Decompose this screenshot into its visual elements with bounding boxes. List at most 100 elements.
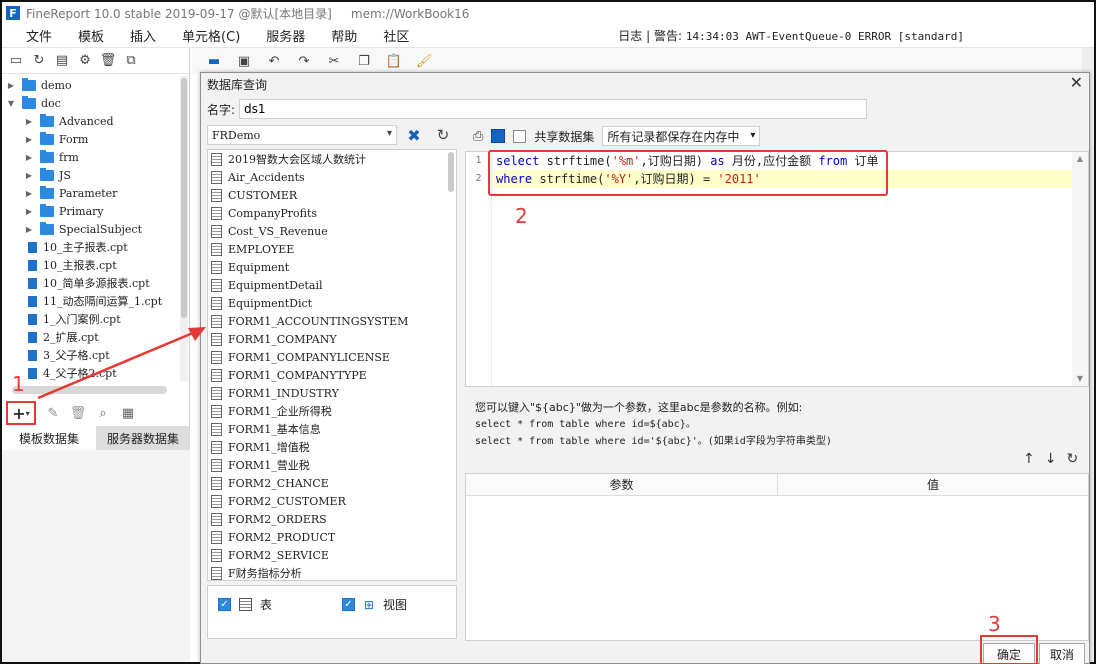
table-list-item[interactable]: Cost_VS_Revenue bbox=[208, 222, 448, 240]
add-dataset-button[interactable]: + ▾ bbox=[6, 401, 36, 425]
table-list-item[interactable]: CUSTOMER bbox=[208, 186, 448, 204]
chevron-right-icon[interactable]: ▶ bbox=[24, 135, 34, 144]
dataset-name-input[interactable] bbox=[239, 99, 867, 119]
edit-icon[interactable]: ✎ bbox=[45, 405, 61, 421]
copy-icon[interactable]: ❐ bbox=[356, 53, 372, 69]
new-folder-icon[interactable]: ▭ bbox=[8, 53, 24, 69]
redo-icon[interactable]: ↷ bbox=[296, 53, 312, 69]
table-list-item[interactable]: F财务指标分析 bbox=[208, 564, 448, 580]
tree-item[interactable]: 4_父子格2.cpt bbox=[2, 364, 180, 381]
tree-item[interactable]: ▶ demo bbox=[2, 76, 180, 94]
tree-item[interactable]: ▶ frm bbox=[2, 148, 180, 166]
tree-item[interactable]: 10_主报表.cpt bbox=[2, 256, 180, 274]
settings-icon[interactable]: ⚙ bbox=[77, 53, 93, 69]
format-brush-icon[interactable]: 🖌 bbox=[416, 53, 433, 69]
chevron-right-icon[interactable]: ▶ bbox=[6, 81, 16, 90]
view-checkbox[interactable]: ✓ bbox=[342, 598, 355, 611]
table-list-item[interactable]: FORM1_企业所得税 bbox=[208, 402, 448, 420]
undo-icon[interactable]: ↶ bbox=[266, 53, 282, 69]
tree-item[interactable]: 2_扩展.cpt bbox=[2, 328, 180, 346]
move-down-icon[interactable]: ↓ bbox=[1045, 451, 1057, 467]
sql-scrollbar[interactable]: ▲ ▼ bbox=[1072, 152, 1088, 386]
menu-server[interactable]: 服务器 bbox=[266, 26, 318, 45]
tree-horizontal-scrollbar[interactable] bbox=[12, 386, 167, 394]
menu-insert[interactable]: 插入 bbox=[130, 26, 169, 45]
menu-template[interactable]: 模板 bbox=[78, 26, 117, 45]
table-checkbox[interactable]: ✓ bbox=[218, 598, 231, 611]
status-log[interactable]: 日志 | 警告: 14:34:03 AWT-EventQueue-0 ERROR… bbox=[618, 27, 964, 44]
preview-icon[interactable]: ⎙ bbox=[473, 129, 483, 144]
delete-dataset-icon[interactable]: 🗑 bbox=[70, 405, 87, 421]
share-dataset-checkbox[interactable] bbox=[513, 129, 527, 143]
chevron-right-icon[interactable]: ▶ bbox=[24, 171, 34, 180]
table-list-item[interactable]: FORM2_CUSTOMER bbox=[208, 492, 448, 510]
sql-editor[interactable]: 1 2 select strftime('%m',订购日期) as 月份,应付金… bbox=[465, 151, 1089, 387]
cut-icon[interactable]: ✂ bbox=[326, 53, 342, 69]
refresh-params-icon[interactable]: ↻ bbox=[1066, 451, 1078, 467]
save-disk-icon[interactable]: ▣ bbox=[236, 53, 252, 69]
tree-item[interactable]: 10_简单多源报表.cpt bbox=[2, 274, 180, 292]
tree-item[interactable]: 10_主子报表.cpt bbox=[2, 238, 180, 256]
menu-cell[interactable]: 单元格(C) bbox=[182, 26, 253, 45]
tree-item[interactable]: ▼ doc bbox=[2, 94, 180, 112]
table-list-item[interactable]: Air_Accidents bbox=[208, 168, 448, 186]
tree-item[interactable]: 3_父子格.cpt bbox=[2, 346, 180, 364]
table-list-item[interactable]: FORM2_SERVICE bbox=[208, 546, 448, 564]
chevron-down-icon[interactable]: ▼ bbox=[6, 99, 16, 108]
table-list-scrollbar[interactable] bbox=[447, 152, 455, 578]
table-list-item[interactable]: FORM2_PRODUCT bbox=[208, 528, 448, 546]
table-list-item[interactable]: CompanyProfits bbox=[208, 204, 448, 222]
chevron-right-icon[interactable]: ▶ bbox=[24, 207, 34, 216]
tree-item[interactable]: ▶ SpecialSubject bbox=[2, 220, 180, 238]
move-up-icon[interactable]: ↑ bbox=[1023, 451, 1035, 467]
delete-icon[interactable]: 🗑 bbox=[100, 53, 117, 69]
table-list-item[interactable]: FORM1_COMPANYTYPE bbox=[208, 366, 448, 384]
paste-icon[interactable]: 📋 bbox=[386, 53, 402, 69]
refresh-tables-icon[interactable]: ↻ bbox=[433, 125, 453, 145]
table-list-item[interactable]: FORM1_营业税 bbox=[208, 456, 448, 474]
table-list-item[interactable]: FORM1_INDUSTRY bbox=[208, 384, 448, 402]
tree-scrollbar-thumb[interactable] bbox=[181, 78, 187, 318]
tree-item[interactable]: 1_入门案例.cpt bbox=[2, 310, 180, 328]
close-icon[interactable]: ✕ bbox=[1070, 73, 1083, 92]
scroll-down-icon[interactable]: ▼ bbox=[1072, 372, 1088, 386]
tree-item[interactable]: ▶ Primary bbox=[2, 202, 180, 220]
menu-community[interactable]: 社区 bbox=[383, 26, 422, 45]
memory-mode-select[interactable]: 所有记录都保存在内存中 ▾ bbox=[602, 126, 761, 146]
table-list-scrollbar-thumb[interactable] bbox=[448, 152, 454, 192]
table-list-item[interactable]: FORM1_ACCOUNTINGSYSTEM bbox=[208, 312, 448, 330]
table-list-item[interactable]: EquipmentDetail bbox=[208, 276, 448, 294]
tree-item[interactable]: ▶ Advanced bbox=[2, 112, 180, 130]
refresh-icon[interactable]: ↻ bbox=[31, 53, 47, 69]
dataset-settings-icon[interactable]: ▦ bbox=[120, 405, 136, 421]
tree-scrollbar[interactable] bbox=[180, 76, 188, 381]
tree-item[interactable]: 11_动态隔间运算_1.cpt bbox=[2, 292, 180, 310]
scroll-up-icon[interactable]: ▲ bbox=[1072, 152, 1088, 166]
save-icon[interactable] bbox=[491, 129, 506, 143]
table-list-item[interactable]: 2019智数大会区域人数统计 bbox=[208, 150, 448, 168]
table-list-item[interactable]: FORM1_COMPANYLICENSE bbox=[208, 348, 448, 366]
table-list-item[interactable]: FORM2_ORDERS bbox=[208, 510, 448, 528]
connection-settings-icon[interactable]: ✖ bbox=[404, 125, 424, 145]
cancel-button[interactable]: 取消 bbox=[1039, 643, 1085, 664]
chevron-right-icon[interactable]: ▶ bbox=[24, 117, 34, 126]
tree-item[interactable]: ▶ Parameter bbox=[2, 184, 180, 202]
table-list-item[interactable]: FORM1_基本信息 bbox=[208, 420, 448, 438]
open-icon[interactable]: ▤ bbox=[54, 53, 70, 69]
tree-item[interactable]: ▶ Form bbox=[2, 130, 180, 148]
copy-template-icon[interactable]: ⧉ bbox=[123, 53, 139, 69]
tree-item[interactable]: ▶ JS bbox=[2, 166, 180, 184]
menu-file[interactable]: 文件 bbox=[26, 26, 65, 45]
menu-help[interactable]: 帮助 bbox=[331, 26, 370, 45]
tab-template-dataset[interactable]: 模板数据集 bbox=[2, 426, 96, 450]
chevron-right-icon[interactable]: ▶ bbox=[24, 153, 34, 162]
table-list-item[interactable]: Equipment bbox=[208, 258, 448, 276]
tab-server-dataset[interactable]: 服务器数据集 bbox=[96, 426, 190, 450]
preview-icon[interactable]: ⌕ bbox=[95, 405, 111, 421]
ok-button[interactable]: 确定 bbox=[983, 643, 1035, 664]
view-filter[interactable]: ✓ ⊞ 视图 bbox=[342, 596, 407, 613]
table-list-item[interactable]: FORM1_增值税 bbox=[208, 438, 448, 456]
database-connection-select[interactable]: FRDemo ▾ bbox=[207, 125, 397, 145]
table-list-item[interactable]: EMPLOYEE bbox=[208, 240, 448, 258]
table-list-item[interactable]: FORM2_CHANCE bbox=[208, 474, 448, 492]
